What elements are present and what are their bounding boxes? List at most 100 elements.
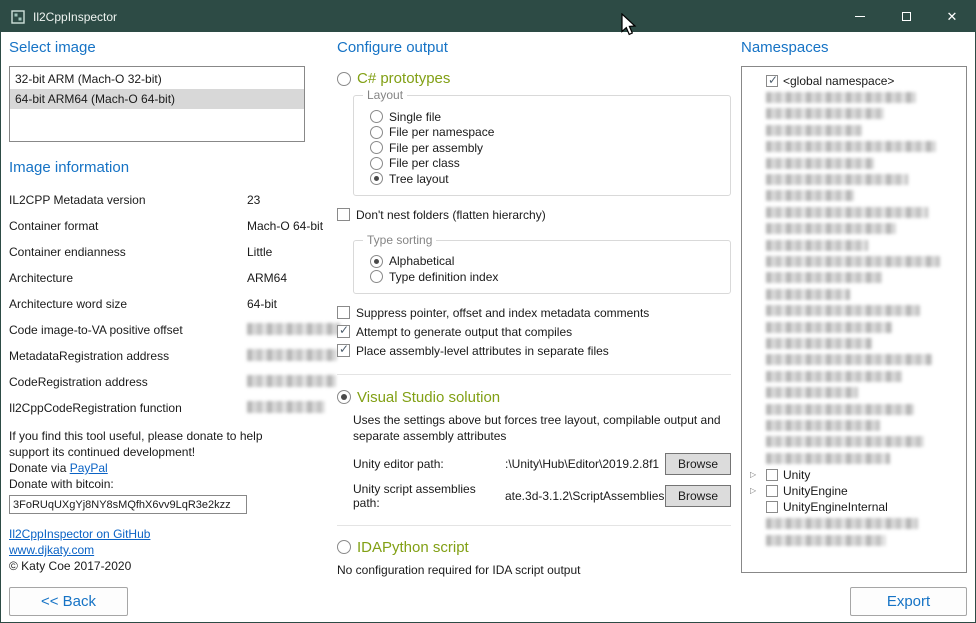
window-title: Il2CppInspector — [33, 10, 117, 24]
app-icon — [11, 10, 25, 24]
namespace-item-redacted[interactable] — [742, 352, 966, 368]
checkbox-icon — [337, 208, 350, 221]
namespace-item-redacted[interactable] — [742, 122, 966, 138]
namespace-item-global[interactable]: <global namespace> — [742, 73, 966, 89]
image-listbox[interactable]: 32-bit ARM (Mach-O 32-bit) 64-bit ARM64 … — [9, 66, 305, 142]
checkbox-label: Don't nest folders (flatten hierarchy) — [356, 208, 546, 222]
checkbox-icon[interactable] — [766, 485, 778, 497]
bitcoin-address-input[interactable] — [9, 495, 247, 514]
close-icon: ✕ — [947, 9, 958, 25]
minimize-button[interactable] — [837, 1, 883, 32]
namespace-item-redacted[interactable] — [742, 106, 966, 122]
radio-idapython-script[interactable]: IDAPython script — [337, 539, 733, 556]
checkbox-icon — [337, 325, 350, 338]
expander-icon[interactable]: ▷ — [750, 483, 761, 499]
namespace-item-redacted[interactable] — [742, 434, 966, 450]
maximize-button[interactable] — [883, 1, 929, 32]
checkbox-output-compiles[interactable]: Attempt to generate output that compiles — [337, 325, 733, 339]
title-bar[interactable]: Il2CppInspector ✕ — [1, 1, 975, 32]
redacted-text — [766, 305, 920, 316]
namespace-item-redacted[interactable] — [742, 204, 966, 220]
separator — [337, 525, 731, 526]
info-value: Little — [247, 245, 335, 259]
namespace-item-redacted[interactable] — [742, 253, 966, 269]
info-row-coderegistration-function: Il2CppCodeRegistration function — [9, 395, 335, 421]
checkbox-icon[interactable] — [766, 501, 778, 513]
redacted-value — [247, 375, 336, 387]
browse-assemblies-path-button[interactable]: Browse — [665, 485, 731, 507]
radio-icon — [370, 141, 383, 154]
namespace-item-redacted[interactable] — [742, 335, 966, 351]
namespace-item-unity[interactable]: ▷ Unity — [742, 466, 966, 482]
redacted-text — [766, 190, 854, 201]
browse-editor-path-button[interactable]: Browse — [665, 453, 731, 475]
checkbox-flatten-hierarchy[interactable]: Don't nest folders (flatten hierarchy) — [337, 208, 733, 222]
namespace-item-redacted[interactable] — [742, 516, 966, 532]
checkbox-separate-attribute-files[interactable]: Place assembly-level attributes in separ… — [337, 344, 733, 358]
namespaces-tree[interactable]: <global namespace> ▷ Unity ▷ UnityEngine… — [741, 66, 967, 573]
redacted-text — [766, 354, 932, 365]
namespace-item-redacted[interactable] — [742, 237, 966, 253]
redacted-text — [766, 125, 862, 136]
back-button[interactable]: << Back — [9, 587, 128, 616]
namespace-item-redacted[interactable] — [742, 270, 966, 286]
radio-alphabetical[interactable]: Alphabetical — [370, 254, 722, 270]
radio-visual-studio-solution[interactable]: Visual Studio solution — [337, 389, 733, 406]
info-label: Architecture word size — [9, 297, 247, 311]
checkbox-label: Suppress pointer, offset and index metad… — [356, 306, 649, 320]
radio-label: Alphabetical — [389, 254, 454, 268]
info-value-redacted — [247, 349, 335, 364]
radio-csharp-prototypes[interactable]: C# prototypes — [337, 70, 733, 87]
info-row-architecture: Architecture ARM64 — [9, 265, 335, 291]
namespace-item-redacted[interactable] — [742, 368, 966, 384]
namespace-item-redacted[interactable] — [742, 188, 966, 204]
checkbox-icon[interactable] — [766, 75, 778, 87]
namespace-item-redacted[interactable] — [742, 417, 966, 433]
namespace-item-redacted[interactable] — [742, 221, 966, 237]
redacted-text — [766, 272, 882, 283]
export-button[interactable]: Export — [850, 587, 967, 616]
redacted-text — [766, 436, 924, 447]
close-button[interactable]: ✕ — [929, 1, 975, 32]
namespace-item-redacted[interactable] — [742, 89, 966, 105]
checkbox-icon[interactable] — [766, 469, 778, 481]
namespace-item-redacted[interactable] — [742, 286, 966, 302]
namespace-item-unityengineinternal[interactable]: UnityEngineInternal — [742, 499, 966, 515]
redacted-text — [766, 92, 916, 103]
redacted-text — [766, 535, 886, 546]
image-item-32bit[interactable]: 32-bit ARM (Mach-O 32-bit) — [10, 69, 304, 89]
checkbox-suppress-comments[interactable]: Suppress pointer, offset and index metad… — [337, 306, 733, 320]
radio-icon — [337, 540, 351, 554]
website-link[interactable]: www.djkaty.com — [9, 542, 335, 558]
info-label: CodeRegistration address — [9, 375, 247, 389]
info-row-word-size: Architecture word size 64-bit — [9, 291, 335, 317]
namespace-item-redacted[interactable] — [742, 532, 966, 548]
radio-tree-layout[interactable]: Tree layout — [370, 171, 722, 187]
radio-icon — [370, 126, 383, 139]
namespace-item-redacted[interactable] — [742, 139, 966, 155]
namespace-item-redacted[interactable] — [742, 155, 966, 171]
radio-file-per-namespace[interactable]: File per namespace — [370, 125, 722, 141]
namespace-item-redacted[interactable] — [742, 302, 966, 318]
namespace-item-redacted[interactable] — [742, 384, 966, 400]
image-item-64bit[interactable]: 64-bit ARM64 (Mach-O 64-bit) — [10, 89, 304, 109]
redacted-text — [766, 240, 868, 251]
redacted-value — [247, 349, 337, 361]
redacted-text — [766, 453, 890, 464]
radio-type-definition-index[interactable]: Type definition index — [370, 269, 722, 285]
radio-file-per-class[interactable]: File per class — [370, 156, 722, 172]
paypal-link[interactable]: PayPal — [70, 461, 108, 475]
github-link[interactable]: Il2CppInspector on GitHub — [9, 526, 335, 542]
radio-file-per-assembly[interactable]: File per assembly — [370, 140, 722, 156]
separator — [337, 374, 731, 375]
image-information-heading: Image information — [9, 159, 335, 176]
namespace-item-redacted[interactable] — [742, 319, 966, 335]
namespace-item-unityengine[interactable]: ▷ UnityEngine — [742, 483, 966, 499]
redacted-text — [766, 371, 902, 382]
radio-icon — [370, 157, 383, 170]
namespace-item-redacted[interactable] — [742, 171, 966, 187]
radio-single-file[interactable]: Single file — [370, 109, 722, 125]
namespace-item-redacted[interactable] — [742, 401, 966, 417]
expander-icon[interactable]: ▷ — [750, 467, 761, 483]
namespace-item-redacted[interactable] — [742, 450, 966, 466]
